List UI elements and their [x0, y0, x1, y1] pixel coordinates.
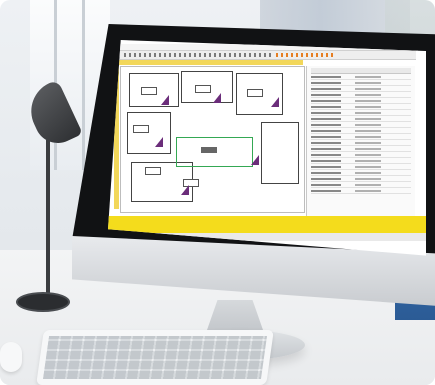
- keyboard-keys: [42, 336, 268, 379]
- toolbar-icons[interactable]: [124, 53, 274, 57]
- wall: [261, 122, 299, 184]
- window-frame: [82, 0, 85, 170]
- property-row[interactable]: [311, 177, 411, 182]
- property-row[interactable]: [311, 81, 411, 86]
- room-tag[interactable]: [195, 85, 211, 93]
- property-row[interactable]: [311, 87, 411, 92]
- property-row[interactable]: [311, 141, 411, 146]
- wall: [127, 112, 171, 154]
- lamp-pole: [46, 140, 50, 300]
- property-row[interactable]: [311, 105, 411, 110]
- room-marker-symbol: [213, 93, 221, 103]
- room-marker-symbol: [181, 185, 189, 195]
- toolbar[interactable]: [116, 51, 416, 60]
- keyboard: [36, 330, 274, 385]
- property-row[interactable]: [311, 153, 411, 158]
- room-tag[interactable]: [247, 89, 263, 97]
- room-marker-symbol: [161, 95, 169, 105]
- room-label-box: [201, 147, 217, 153]
- top-ruler: [118, 60, 303, 65]
- property-row[interactable]: [311, 99, 411, 104]
- property-row[interactable]: [311, 123, 411, 128]
- room-marker-symbol: [155, 137, 163, 147]
- properties-panel[interactable]: [306, 66, 415, 226]
- property-row[interactable]: [311, 129, 411, 134]
- command-bar[interactable]: [108, 216, 426, 233]
- mouse: [0, 342, 22, 372]
- property-row[interactable]: [311, 171, 411, 176]
- room-tag[interactable]: [145, 167, 161, 175]
- room-tag[interactable]: [133, 125, 149, 133]
- property-row[interactable]: [311, 75, 411, 80]
- lamp-base: [16, 292, 70, 312]
- property-row[interactable]: [311, 93, 411, 98]
- property-row[interactable]: [311, 111, 411, 116]
- monitor-screen: [108, 40, 426, 256]
- property-row[interactable]: [311, 159, 411, 164]
- property-row[interactable]: [311, 117, 411, 122]
- property-row[interactable]: [311, 189, 411, 194]
- property-row[interactable]: [311, 165, 411, 170]
- property-row[interactable]: [311, 147, 411, 152]
- floor-plan-canvas[interactable]: [120, 66, 305, 213]
- toolbar-accent-icons[interactable]: [276, 53, 336, 57]
- room-marker-symbol: [271, 97, 279, 107]
- properties-header: [311, 68, 411, 74]
- photo: [0, 0, 435, 385]
- room-tag[interactable]: [141, 87, 157, 95]
- property-row[interactable]: [311, 183, 411, 188]
- room-marker-symbol: [251, 155, 259, 165]
- property-row[interactable]: [311, 135, 411, 140]
